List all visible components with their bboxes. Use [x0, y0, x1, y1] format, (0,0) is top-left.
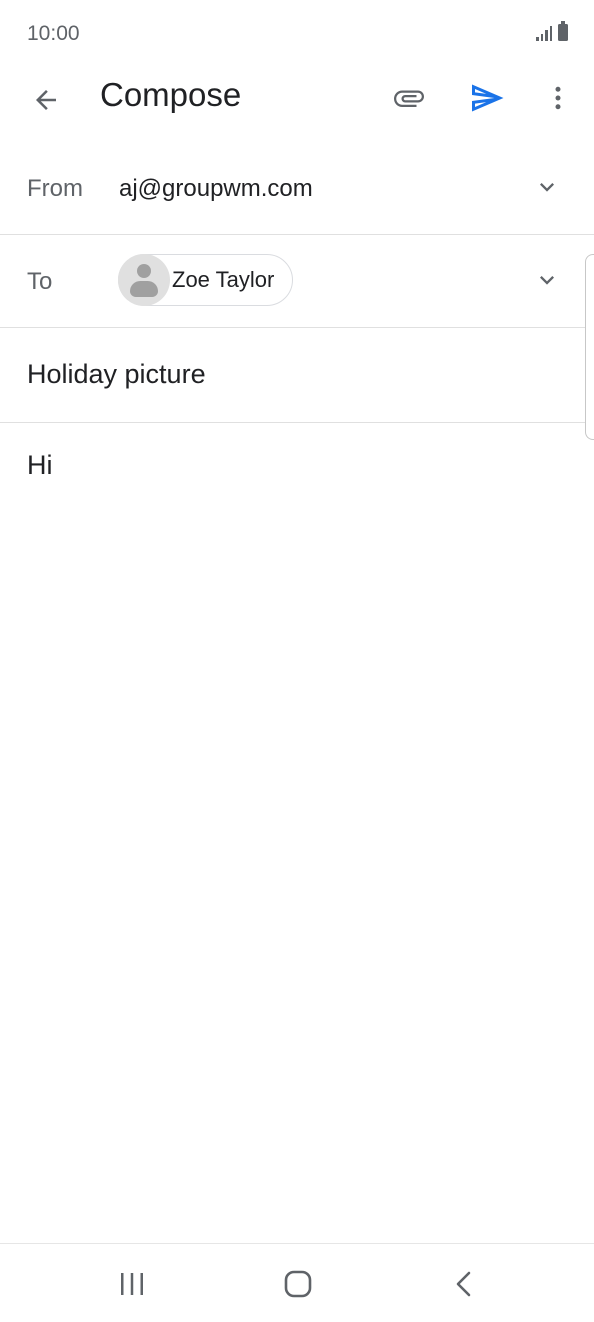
send-button[interactable] [462, 73, 512, 123]
status-time: 10:00 [27, 22, 80, 45]
status-bar: 10:00 [0, 0, 594, 68]
from-expand-button[interactable] [530, 170, 564, 204]
attach-button[interactable] [384, 73, 434, 123]
chevron-down-icon [540, 183, 554, 192]
scroll-handle[interactable] [585, 254, 594, 440]
app-bar: Compose [0, 68, 594, 128]
home-icon [284, 1270, 312, 1298]
send-icon [472, 84, 504, 112]
divider [0, 327, 594, 328]
page-title: Compose [100, 76, 242, 113]
status-icons [536, 21, 568, 41]
chevron-down-icon [540, 276, 554, 285]
more-options-button[interactable] [534, 73, 582, 123]
more-vert-icon [555, 86, 561, 110]
to-label: To [27, 268, 53, 295]
home-button[interactable] [268, 1262, 328, 1306]
subject-field[interactable]: Holiday picture [27, 359, 206, 390]
from-label: From [27, 175, 83, 202]
recents-button[interactable] [102, 1262, 162, 1306]
nav-back-icon [456, 1271, 471, 1297]
back-arrow-icon [36, 90, 56, 110]
signal-icon [536, 25, 552, 41]
nav-back-button[interactable] [434, 1262, 494, 1306]
navigation-bar [0, 1243, 594, 1322]
from-account[interactable]: aj@groupwm.com [119, 175, 313, 203]
back-button[interactable] [22, 76, 70, 124]
attachment-icon [394, 90, 424, 107]
recents-icon [121, 1273, 143, 1295]
divider [0, 234, 594, 235]
avatar [118, 254, 170, 306]
recipient-chip[interactable]: Zoe Taylor [118, 254, 294, 306]
body-field[interactable]: Hi [27, 450, 53, 481]
battery-icon [558, 21, 568, 41]
recipient-name: Zoe Taylor [172, 267, 275, 292]
to-expand-button[interactable] [530, 263, 564, 297]
divider [0, 422, 594, 423]
